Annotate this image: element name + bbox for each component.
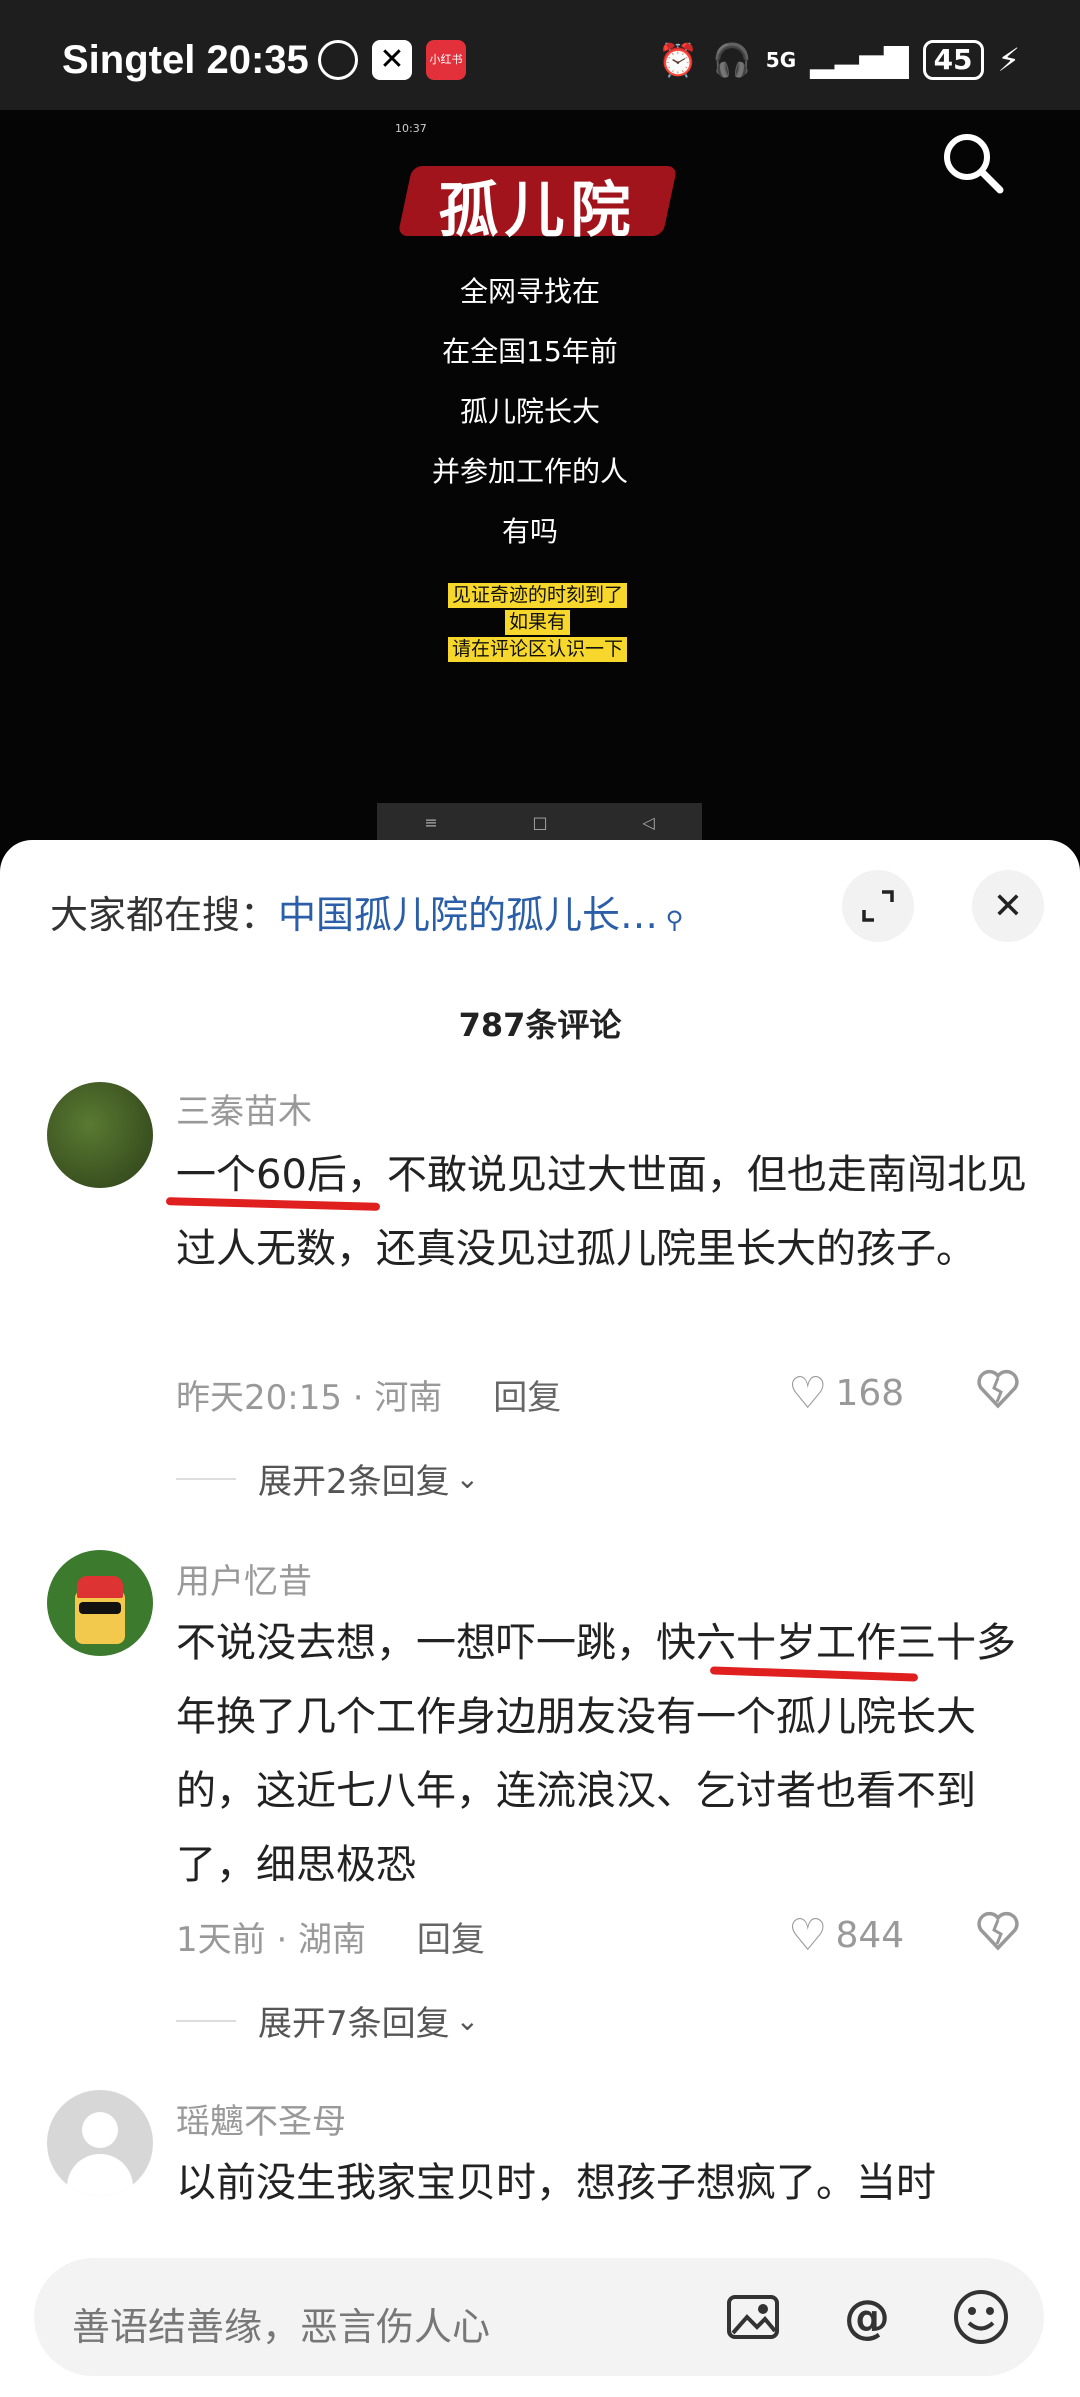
highlight-line: 请在评论区认识一下 [447,637,627,662]
comment-username[interactable]: 用户忆昔 [176,1554,312,1603]
signal-icon: ▂▃▅▇ [810,41,909,79]
image-icon [727,2295,779,2339]
avatar[interactable] [47,1082,153,1188]
like-button[interactable]: ♡ 844 [788,1910,904,1961]
comment-time-location: 1天前 · 湖南 [176,1920,367,1960]
comment-text[interactable]: 不说没去想，一想吓一跳，快六十岁工作三十多年换了几个工作身边朋友没有一个孤儿院长… [176,1606,1036,1902]
dislike-button[interactable] [975,1908,1021,1958]
divider [176,2019,236,2022]
heart-icon: ♡ [788,1910,828,1961]
carrier-time: Singtel 20:35 [62,38,309,82]
caption-line: 并参加工作的人 [431,455,628,488]
alarm-icon: ⏰ [658,41,698,79]
comment-text[interactable]: 以前没生我家宝贝时，想孩子想疯了。当时 [176,2146,1036,2220]
emoji-button[interactable] [952,2288,1010,2346]
comment-input[interactable]: 善语结善缘，恶言伤人心 [72,2296,490,2351]
video-inner-status: 10:37 [395,122,685,138]
comment-meta: 1天前 · 湖南 回复 [176,1912,485,1961]
like-button[interactable]: ♡ 168 [788,1368,904,1419]
mention-button[interactable]: @ [838,2288,896,2346]
home-icon: □ [532,812,548,832]
like-count: 168 [835,1373,905,1414]
comment-time-location: 昨天20:15 · 河南 [176,1378,443,1418]
headphones-icon: 🎧 [711,41,752,79]
caption-line: 孤儿院长大 [459,395,600,428]
comment-text[interactable]: 一个60后，不敢说见过大世面，但也走南闯北见过人无数，还真没见过孤儿院里长大的孩… [176,1138,1036,1286]
reply-button[interactable]: 回复 [493,1378,561,1418]
caption-line: 全网寻找在 [459,275,600,308]
charging-icon: ⚡ [997,41,1020,79]
comment-username[interactable]: 三秦苗木 [176,1084,312,1133]
comment-input-bar[interactable]: 善语结善缘，恶言伤人心 @ [34,2258,1044,2376]
avatar[interactable] [47,2090,153,2196]
back-icon: ◁ [642,812,655,832]
video-highlight-box: 见证奇迹的时刻到了 如果有 请在评论区认识一下 [440,583,635,664]
chevron-down-icon: ⌄ [455,2004,480,2037]
avatar[interactable] [47,1550,153,1656]
trending-search[interactable]: 大家都在搜：中国孤儿院的孤儿长… ⚲ [50,884,683,939]
comment-count: 787条评论 [458,1006,622,1044]
heart-icon: ♡ [788,1368,828,1419]
chevron-down-icon: ⌄ [455,1462,480,1495]
battery-level: 45 [922,40,984,80]
comment-username[interactable]: 瑶魑不圣母 [176,2094,346,2143]
at-icon: @ [844,2290,890,2344]
comment-meta: 昨天20:15 · 河南 回复 [176,1370,561,1419]
search-button[interactable] [940,130,1006,196]
highlight-line: 见证奇迹的时刻到了 [447,583,627,608]
highlight-line: 如果有 [504,610,570,635]
close-button[interactable]: ✕ [972,870,1044,942]
expand-replies-label: 展开2条回复 [258,1462,450,1502]
trending-search-query[interactable]: 中国孤儿院的孤儿长… [278,893,658,937]
search-icon: ⚲ [658,906,684,934]
smiley-icon [954,2290,1008,2344]
expand-icon [862,890,894,922]
video-caption: 全网寻找在 在全国15年前 孤儿院长大 并参加工作的人 有吗 [340,262,720,562]
broken-heart-icon [977,1911,1019,1951]
expand-replies[interactable]: 展开7条回复 ⌄ [176,1996,479,2045]
x-app-icon: ✕ [372,40,412,80]
video-title-block: 孤儿院 [397,160,678,246]
expand-replies-label: 展开7条回复 [258,2004,450,2044]
menu-icon: ≡ [424,812,438,832]
like-count: 844 [835,1915,905,1956]
network-label: 5G [765,48,797,72]
trending-search-label: 大家都在搜： [50,893,279,937]
dislike-button[interactable] [975,1366,1021,1416]
caption-line: 在全国15年前 [442,335,618,368]
expand-button[interactable] [842,870,914,942]
expand-replies[interactable]: 展开2条回复 ⌄ [176,1454,479,1503]
video-nav-strip: ≡ □ ◁ [377,803,702,841]
video-inner-time: 10:37 [395,122,427,135]
divider [176,1477,236,1480]
whatsapp-icon [318,40,358,80]
xiaohongshu-icon: 小红书 [426,40,466,80]
caption-line: 有吗 [501,515,558,548]
broken-heart-icon [977,1369,1019,1409]
status-bar: Singtel 20:35 ✕ 小红书 ⏰ 🎧 5G ▂▃▅▇ 45 ⚡ [0,0,1080,110]
video-title: 孤儿院 [438,176,637,246]
image-button[interactable] [724,2288,782,2346]
reply-button[interactable]: 回复 [417,1920,485,1960]
close-icon: ✕ [992,885,1024,927]
search-icon [944,134,1004,194]
